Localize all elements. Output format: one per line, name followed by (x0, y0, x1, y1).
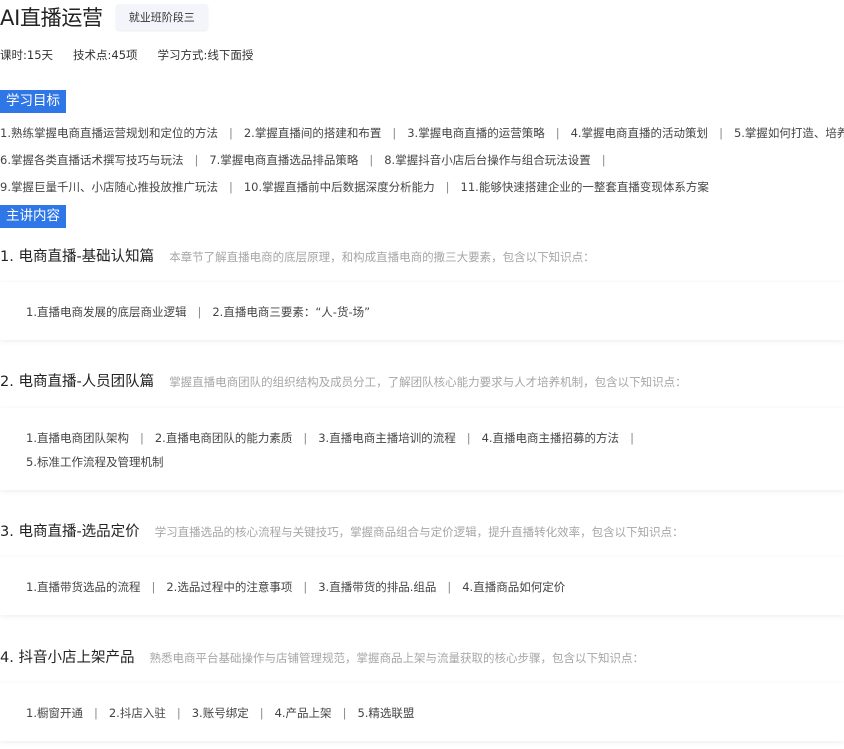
separator: | (139, 431, 144, 445)
goal-item: 3.掌握电商直播的运营策略 (407, 126, 545, 140)
course-page: AI直播运营 就业班阶段三 课时:15天 技术点:45项 学习方式:线下面授 学… (0, 0, 844, 749)
separator: | (194, 153, 199, 167)
knowledge-point: 1.直播电商团队架构 (26, 431, 129, 445)
chapter-title: 3. 电商直播-选品定价 (0, 524, 140, 540)
course-duration: 课时:15天 (0, 48, 54, 62)
goals-heading: 学习目标 (0, 90, 66, 113)
chapter-points-card: 1.直播电商团队架构 | 2.直播电商团队的能力素质 | 3.直播电商主播培训的流程 | 4… (0, 408, 844, 490)
separator: | (555, 126, 560, 140)
separator: | (719, 126, 723, 140)
separator: | (342, 706, 347, 720)
course-mode: 学习方式:线下面授 (157, 48, 254, 62)
chapter-description: 掌握直播电商团队的组织结构及成员分工，了解团队核心能力要求与人才培养机制，包含以… (169, 375, 687, 389)
knowledge-point: 5.精选联盟 (357, 706, 415, 720)
stage-badge: 就业班阶段三 (115, 4, 208, 30)
course-header: AI直播运营 就业班阶段三 (0, 3, 208, 31)
goal-item: 11.能够快速搭建企业的一整套直播变现体系方案 (460, 180, 709, 194)
goal-item: 7.掌握电商直播选品排品策略 (209, 153, 359, 167)
knowledge-point: 4.直播商品如何定价 (462, 580, 566, 594)
knowledge-point: 4.直播电商主播招募的方法 (481, 431, 620, 445)
chapter-description: 学习直播选品的核心流程与关键技巧，掌握商品组合与定价逻辑，提升直播转化效率，包含… (154, 525, 684, 539)
separator: | (466, 431, 471, 445)
chapter-header: 4. 抖音小店上架产品 熟悉电商平台基础操作与店铺管理规范，掌握商品上架与流量获… (0, 646, 644, 668)
separator: | (228, 180, 233, 194)
separator: | (630, 431, 634, 445)
goal-item: 9.掌握巨量千川、小店随心推投放推广玩法 (0, 180, 218, 194)
chapter-header: 2. 电商直播-人员团队篇 掌握直播电商团队的组织结构及成员分工，了解团队核心能… (0, 370, 687, 392)
separator: | (369, 153, 374, 167)
goal-item: 6.掌握各类直播话术撰写技巧与玩法 (0, 153, 184, 167)
chapter-title: 4. 抖音小店上架产品 (0, 650, 135, 666)
separator: | (303, 580, 308, 594)
separator: | (197, 305, 202, 319)
knowledge-point: 2.选品过程中的注意事项 (166, 580, 293, 594)
chapter-points-card: 1.直播电商发展的底层商业逻辑 | 2.直播电商三要素：“人-货-场” (0, 282, 844, 340)
separator: | (447, 580, 452, 594)
chapter-header: 3. 电商直播-选品定价 学习直播选品的核心流程与关键技巧，掌握商品组合与定价逻… (0, 520, 684, 542)
separator: | (445, 180, 450, 194)
knowledge-point: 2.抖店入驻 (108, 706, 166, 720)
chapter-description: 本章节了解直播电商的底层原理，和构成直播电商的撒三大要素，包含以下知识点： (169, 250, 595, 264)
chapter-header: 1. 电商直播-基础认知篇 本章节了解直播电商的底层原理，和构成直播电商的撒三大… (0, 245, 595, 267)
goal-item: 10.掌握直播前中后数据深度分析能力 (243, 180, 435, 194)
content-heading: 主讲内容 (0, 205, 66, 228)
knowledge-point: 2.直播电商三要素：“人-货-场” (212, 305, 371, 319)
separator: | (151, 580, 156, 594)
separator: | (93, 706, 98, 720)
knowledge-point: 3.直播电商主播培训的流程 (318, 431, 456, 445)
chapter-description: 熟悉电商平台基础操作与店铺管理规范，掌握商品上架与流量获取的核心步骤，包含以下知… (149, 651, 644, 665)
course-meta: 课时:15天 技术点:45项 学习方式:线下面授 (0, 47, 273, 63)
chapter-points-card: 1.橱窗开通 | 2.抖店入驻 | 3.账号绑定 | 4.产品上架 | 5.精选联盟 (0, 683, 844, 741)
course-title: AI直播运营 (0, 6, 103, 30)
separator: | (303, 431, 308, 445)
goal-item: 4.掌握电商直播的活动策划 (570, 126, 709, 140)
knowledge-point: 5.标准工作流程及管理机制 (26, 455, 164, 469)
chapter-points-card: 1.直播带货选品的流程 | 2.选品过程中的注意事项 | 3.直播带货的排品.组品 | 4.… (0, 557, 844, 615)
knowledge-point: 2.直播电商团队的能力素质 (154, 431, 293, 445)
goals-line: 1.熟练掌握电商直播运营规划和定位的方法 | 2.掌握直播间的搭建和布置 | 3.掌握电… (0, 120, 844, 147)
knowledge-point: 1.直播带货选品的流程 (26, 580, 141, 594)
goal-item: 5.掌握如何打造、培养电商主播 (733, 126, 844, 140)
knowledge-point: 4.产品上架 (274, 706, 332, 720)
separator: | (228, 126, 233, 140)
goals-line: 6.掌握各类直播话术撰写技巧与玩法 | 7.掌握电商直播选品排品策略 | 8.掌握抖音小… (0, 147, 844, 174)
chapter-title: 1. 电商直播-基础认知篇 (0, 249, 155, 265)
goal-item: 1.熟练掌握电商直播运营规划和定位的方法 (0, 126, 218, 140)
goals-list: 1.熟练掌握电商直播运营规划和定位的方法 | 2.掌握直播间的搭建和布置 | 3.掌握电… (0, 120, 844, 201)
separator: | (601, 153, 606, 167)
separator: | (259, 706, 264, 720)
knowledge-point: 1.橱窗开通 (26, 706, 83, 720)
separator: | (392, 126, 397, 140)
goal-item: 2.掌握直播间的搭建和布置 (243, 126, 382, 140)
knowledge-point: 3.直播带货的排品.组品 (318, 580, 437, 594)
goal-item: 8.掌握抖音小店后台操作与组合玩法设置 (384, 153, 591, 167)
course-points: 技术点:45项 (73, 48, 138, 62)
knowledge-point: 1.直播电商发展的底层商业逻辑 (26, 305, 187, 319)
goals-line: 9.掌握巨量千川、小店随心推投放推广玩法 | 10.掌握直播前中后数据深度分析能力 |… (0, 174, 844, 201)
chapter-title: 2. 电商直播-人员团队篇 (0, 374, 155, 390)
separator: | (176, 706, 181, 720)
knowledge-point: 3.账号绑定 (191, 706, 249, 720)
